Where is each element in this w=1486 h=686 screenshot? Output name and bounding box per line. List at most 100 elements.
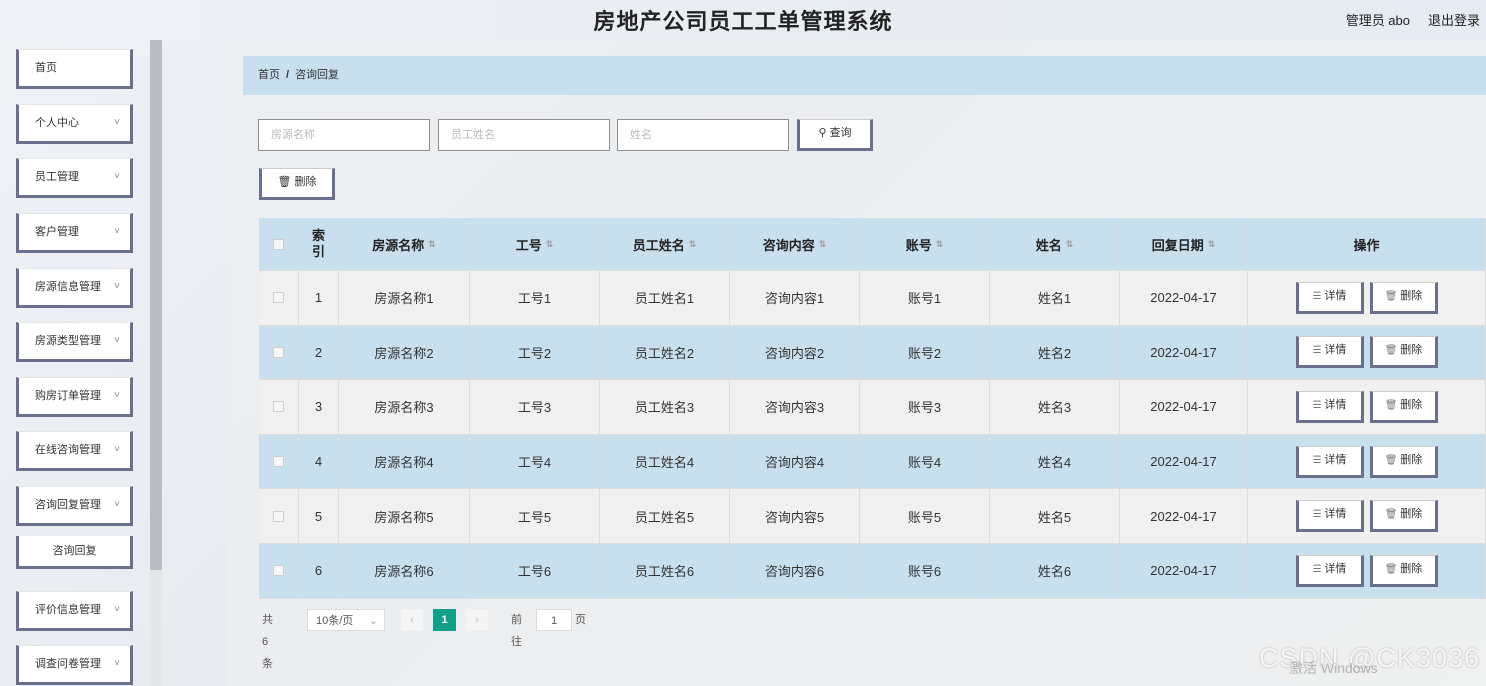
sidebar-item-label: 房源类型管理 [35, 335, 101, 347]
sidebar-item[interactable]: 咨询回复管理 ˅ [16, 486, 133, 526]
column-header-label: 工号 [515, 237, 542, 253]
prev-page-button[interactable]: ‹ [401, 609, 423, 631]
breadcrumb-home[interactable]: 首页 [258, 69, 280, 81]
table-cell: 1 [299, 271, 339, 325]
detail-button[interactable]: ☰ 详情 [1295, 445, 1364, 478]
row-checkbox[interactable] [273, 401, 284, 413]
table-cell: 2022-04-17 [1120, 380, 1248, 434]
column-header-label: 操作 [1353, 237, 1380, 253]
sort-icon[interactable]: ⇅ [546, 239, 554, 250]
select-all-cell [259, 218, 299, 270]
detail-button-label: 详情 [1324, 344, 1347, 357]
sidebar-item[interactable]: 房源类型管理 ˅ [16, 322, 133, 362]
table-cell: 姓名1 [990, 271, 1120, 325]
table-cell: 2 [299, 325, 339, 380]
goto-page-input[interactable]: 1 [536, 609, 572, 631]
name-search-input[interactable] [617, 119, 789, 151]
sidebar-scrollbar[interactable] [150, 40, 162, 570]
logout-link[interactable]: 退出登录 [1428, 10, 1480, 29]
table-cell: 员工姓名5 [600, 489, 730, 543]
next-page-button[interactable]: › [466, 609, 488, 631]
sidebar-item[interactable]: 调查问卷管理 ˅ [16, 645, 133, 685]
delete-button[interactable]: 🗑 删除 [1369, 281, 1438, 314]
row-select-cell [259, 434, 299, 489]
sort-icon[interactable]: ⇅ [428, 239, 436, 250]
detail-button[interactable]: ☰ 详情 [1295, 390, 1364, 423]
document-icon: ☰ [1312, 454, 1325, 466]
table-cell: 员工姓名1 [600, 271, 730, 325]
table-cell: 账号5 [860, 489, 990, 543]
row-actions: ☰ 详情 🗑 删除 [1248, 543, 1486, 598]
select-all-checkbox[interactable] [273, 238, 284, 250]
column-header[interactable]: 咨询内容 ⇅ [730, 218, 860, 270]
column-header[interactable]: 姓名 ⇅ [990, 218, 1120, 270]
sidebar-subitem-consult-reply[interactable]: 咨询回复 [16, 536, 133, 569]
detail-button-label: 详情 [1324, 398, 1347, 411]
sort-icon[interactable]: ⇅ [936, 239, 944, 250]
sidebar-item[interactable]: 评价信息管理 ˅ [16, 591, 133, 631]
chevron-down-icon: ˅ [114, 444, 120, 455]
sidebar-item[interactable]: 在线咨询管理 ˅ [16, 431, 133, 471]
sidebar-item[interactable]: 首页 [16, 49, 133, 89]
column-header[interactable]: 回复日期 ⇅ [1120, 218, 1248, 270]
sidebar-item[interactable]: 购房订单管理 ˅ [16, 377, 133, 417]
column-header[interactable]: 账号 ⇅ [860, 218, 990, 270]
table-cell: 姓名4 [990, 434, 1120, 489]
table-cell: 姓名3 [990, 380, 1120, 434]
sidebar-item[interactable]: 个人中心 ˅ [16, 104, 133, 144]
sidebar-item[interactable]: 客户管理 ˅ [16, 213, 133, 253]
sort-icon[interactable]: ⇅ [819, 239, 827, 250]
sidebar-item[interactable]: 房源信息管理 ˅ [16, 268, 133, 308]
detail-button[interactable]: ☰ 详情 [1295, 500, 1364, 533]
table-cell: 工号3 [470, 380, 600, 434]
table-cell: 员工姓名2 [600, 325, 730, 380]
table-cell: 员工姓名3 [600, 380, 730, 434]
table-cell: 账号2 [860, 325, 990, 380]
row-select-cell [259, 489, 299, 543]
chevron-down-icon: ˅ [114, 658, 120, 669]
column-header[interactable]: 员工姓名 ⇅ [600, 218, 730, 270]
row-checkbox[interactable] [273, 456, 284, 468]
row-checkbox[interactable] [273, 565, 284, 577]
table-cell: 姓名2 [990, 325, 1120, 380]
employee-name-search-input[interactable] [438, 119, 610, 151]
goto-suffix: 页 [575, 614, 586, 626]
query-button[interactable]: ⚲ 查询 [797, 119, 873, 151]
row-checkbox[interactable] [273, 510, 284, 522]
delete-button[interactable]: 🗑 删除 [1369, 390, 1438, 423]
row-select-cell [259, 325, 299, 380]
chevron-down-icon: ˅ [114, 390, 120, 401]
table-cell: 咨询内容2 [730, 325, 860, 380]
column-header[interactable]: 工号 ⇅ [470, 218, 600, 270]
goto-prefix: 前往 [511, 614, 522, 648]
document-icon: ☰ [1312, 399, 1325, 411]
column-header-label: 员工姓名 [632, 237, 685, 253]
sort-icon[interactable]: ⇅ [1208, 239, 1216, 250]
delete-button[interactable]: 🗑 删除 [1369, 336, 1438, 369]
sidebar-item[interactable]: 员工管理 ˅ [16, 158, 133, 198]
detail-button[interactable]: ☰ 详情 [1295, 554, 1364, 587]
delete-button[interactable]: 🗑 删除 [1369, 445, 1438, 478]
batch-delete-button[interactable]: 🗑 删除 [259, 168, 335, 200]
chevron-down-icon: ˅ [114, 117, 120, 128]
sort-icon[interactable]: ⇅ [689, 239, 697, 250]
table-cell: 2022-04-17 [1120, 434, 1248, 489]
delete-button-label: 删除 [1400, 289, 1423, 302]
sort-icon[interactable]: ⇅ [1066, 239, 1074, 250]
page-size-select[interactable]: 10条/页 ⌄ [307, 609, 385, 631]
chevron-down-icon: ˅ [114, 499, 120, 510]
table-cell: 房源名称3 [339, 380, 470, 434]
detail-button[interactable]: ☰ 详情 [1295, 281, 1364, 314]
delete-button[interactable]: 🗑 删除 [1369, 500, 1438, 533]
delete-button[interactable]: 🗑 删除 [1369, 554, 1438, 587]
table-row: 1 房源名称1 工号1 员工姓名1 咨询内容1 账号1 姓名1 2022-04-17 ☰ 详情 🗑… [259, 271, 1486, 326]
row-checkbox[interactable] [273, 346, 284, 358]
house-name-search-input[interactable] [258, 119, 430, 151]
current-page-button[interactable]: 1 [433, 609, 456, 631]
table-cell: 咨询内容5 [730, 489, 860, 543]
column-header[interactable]: 房源名称 ⇅ [339, 218, 470, 270]
trash-icon: 🗑 [1384, 399, 1401, 411]
detail-button[interactable]: ☰ 详情 [1295, 336, 1364, 369]
row-checkbox[interactable] [273, 292, 284, 304]
table-cell: 员工姓名4 [600, 434, 730, 489]
